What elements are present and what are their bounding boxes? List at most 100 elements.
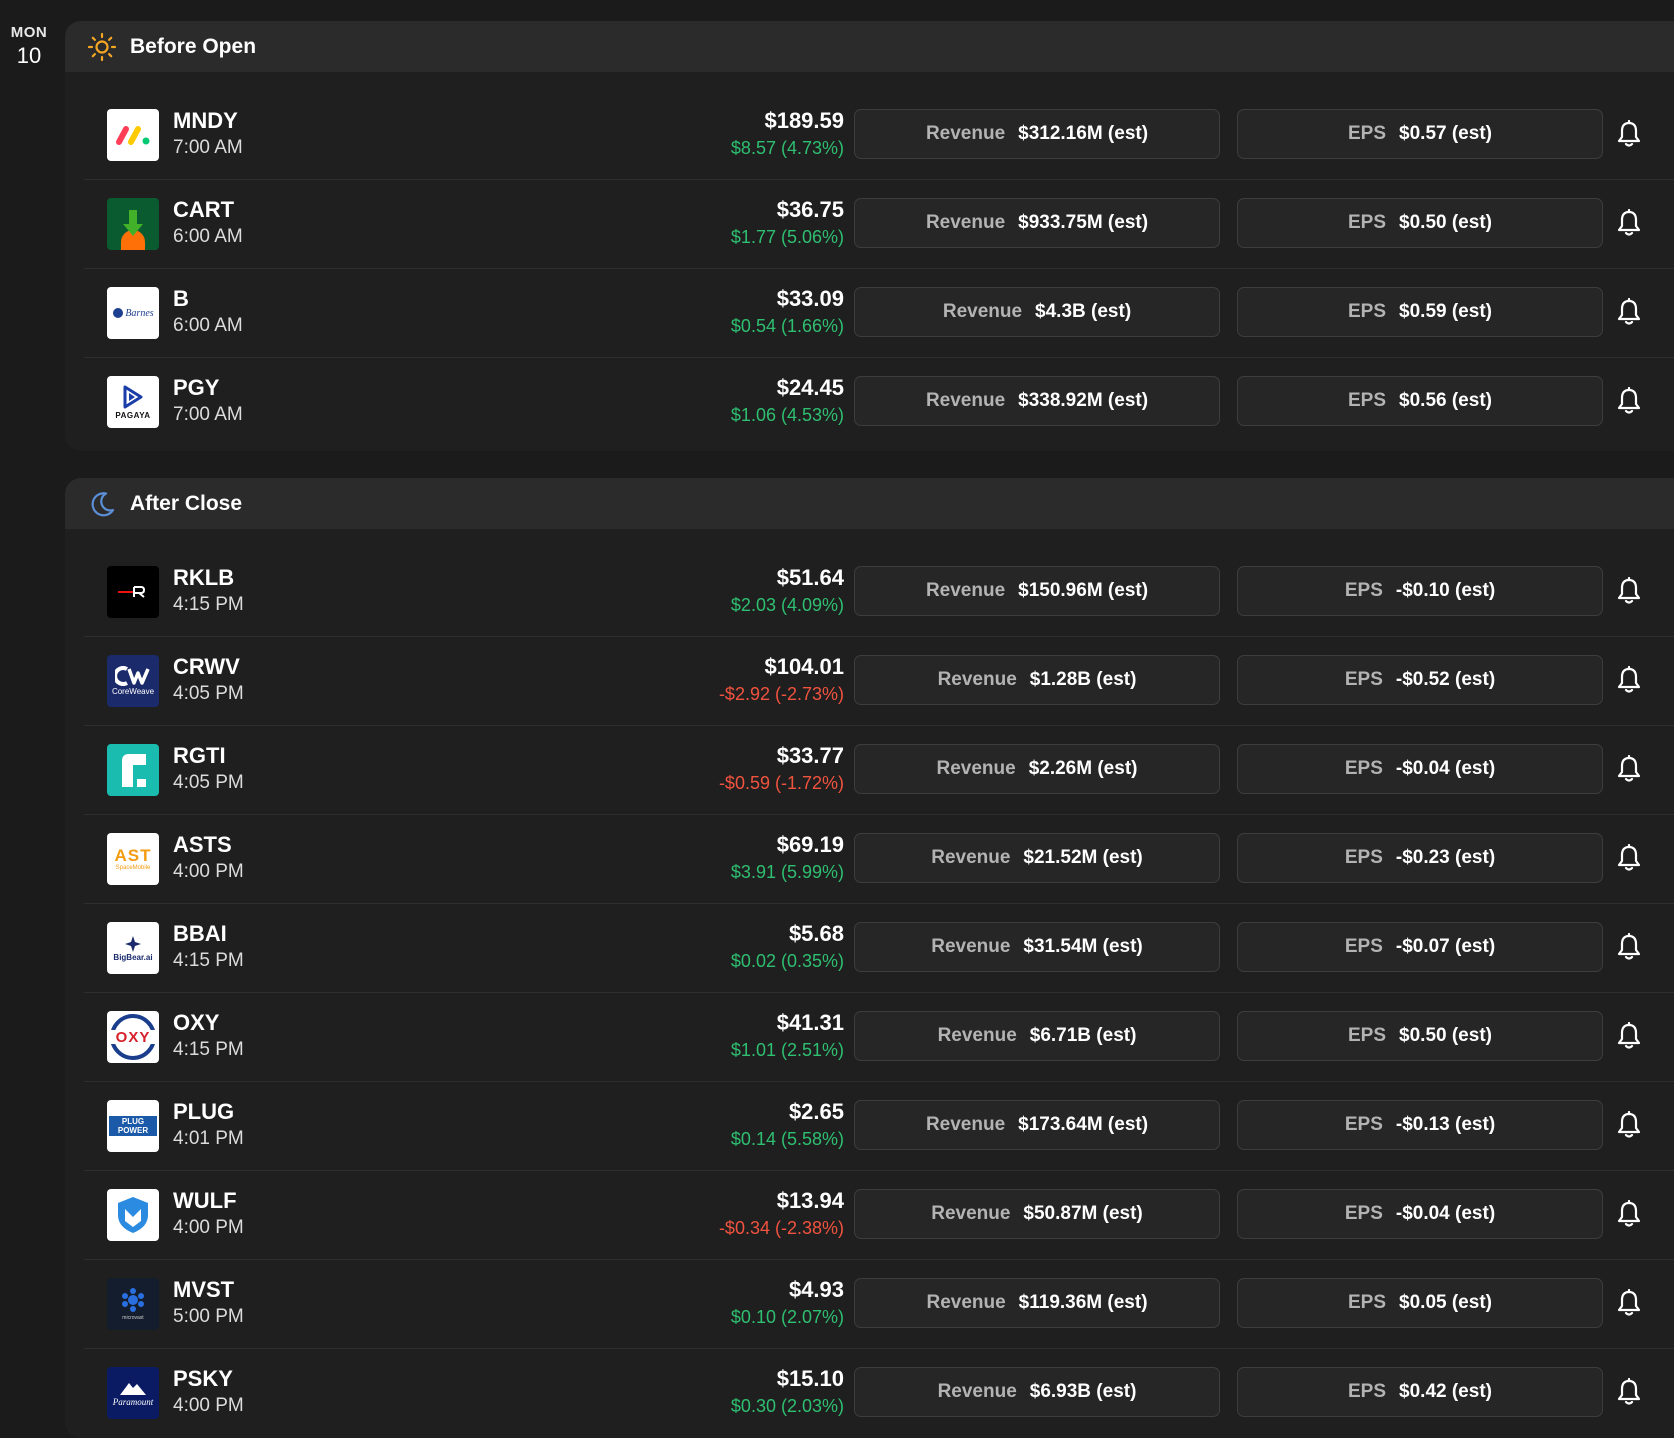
ticker-symbol[interactable]: MNDY bbox=[173, 107, 243, 135]
bell-icon[interactable] bbox=[1614, 754, 1644, 784]
earnings-row-oxy[interactable]: OXY OXY 4:15 PM $41.31 $1.01 (2.51%) Rev… bbox=[84, 993, 1674, 1082]
revenue-value: $119.36M (est) bbox=[1018, 1292, 1148, 1313]
eps-estimate-pill[interactable]: EPS $0.05 (est) bbox=[1237, 1278, 1603, 1328]
revenue-estimate-pill[interactable]: Revenue $21.52M (est) bbox=[854, 833, 1220, 883]
ticker-symbol[interactable]: MVST bbox=[173, 1276, 244, 1304]
earnings-row-bbai[interactable]: BigBear.ai BBAI 4:15 PM $5.68 $0.02 (0.3… bbox=[84, 904, 1674, 993]
revenue-estimate-pill[interactable]: Revenue $50.87M (est) bbox=[854, 1189, 1220, 1239]
bell-icon[interactable] bbox=[1614, 1021, 1644, 1051]
bell-icon[interactable] bbox=[1614, 208, 1644, 238]
bell-icon[interactable] bbox=[1614, 386, 1644, 416]
eps-estimate-pill[interactable]: EPS $0.50 (est) bbox=[1237, 198, 1603, 248]
bell-icon[interactable] bbox=[1614, 1288, 1644, 1318]
ticker-block: CART 6:00 AM bbox=[173, 196, 243, 250]
report-time: 5:00 PM bbox=[173, 1306, 244, 1327]
revenue-label: Revenue bbox=[936, 758, 1016, 779]
ticker-symbol[interactable]: WULF bbox=[173, 1187, 244, 1215]
price-block: $36.75 $1.77 (5.06%) bbox=[731, 196, 844, 250]
bell-icon[interactable] bbox=[1614, 576, 1644, 606]
eps-estimate-pill[interactable]: EPS $0.57 (est) bbox=[1237, 109, 1603, 159]
bell-icon[interactable] bbox=[1614, 1110, 1644, 1140]
price-change: $1.06 (4.53%) bbox=[730, 405, 844, 425]
ticker-symbol[interactable]: CART bbox=[173, 196, 243, 224]
section-before-open: Before Open MNDY 7:00 AM $189.59 $8.57 (… bbox=[65, 21, 1674, 451]
ticker-symbol[interactable]: RKLB bbox=[173, 564, 244, 592]
ticker-symbol[interactable]: PSKY bbox=[173, 1365, 244, 1393]
revenue-estimate-pill[interactable]: Revenue $338.92M (est) bbox=[854, 376, 1220, 426]
bell-icon[interactable] bbox=[1614, 665, 1644, 695]
bell-icon[interactable] bbox=[1614, 1199, 1644, 1229]
revenue-estimate-pill[interactable]: Revenue $6.93B (est) bbox=[854, 1367, 1220, 1417]
earnings-row-mndy[interactable]: MNDY 7:00 AM $189.59 $8.57 (4.73%) Reven… bbox=[84, 91, 1674, 180]
revenue-value: $6.93B (est) bbox=[1029, 1381, 1137, 1402]
bell-icon[interactable] bbox=[1614, 119, 1644, 149]
eps-label: EPS bbox=[1344, 580, 1383, 601]
eps-estimate-pill[interactable]: EPS $0.59 (est) bbox=[1237, 287, 1603, 337]
eps-estimate-pill[interactable]: EPS -$0.07 (est) bbox=[1237, 922, 1603, 972]
eps-estimate-pill[interactable]: EPS $0.56 (est) bbox=[1237, 376, 1603, 426]
ticker-symbol[interactable]: ASTS bbox=[173, 831, 244, 859]
earnings-row-wulf[interactable]: WULF 4:00 PM $13.94 -$0.34 (-2.38%) Reve… bbox=[84, 1171, 1674, 1260]
earnings-row-mvst[interactable]: microvast MVST 5:00 PM $4.93 $0.10 (2.07… bbox=[84, 1260, 1674, 1349]
eps-estimate-pill[interactable]: EPS $0.50 (est) bbox=[1237, 1011, 1603, 1061]
revenue-estimate-pill[interactable]: Revenue $150.96M (est) bbox=[854, 566, 1220, 616]
price-block: $69.19 $3.91 (5.99%) bbox=[731, 831, 844, 885]
earnings-row-crwv[interactable]: CoreWeave CRWV 4:05 PM $104.01 -$2.92 (-… bbox=[84, 637, 1674, 726]
earnings-row-pgy[interactable]: PAGAYA PGY 7:00 AM $24.45 $1.06 (4.53%) … bbox=[84, 358, 1674, 446]
revenue-estimate-pill[interactable]: Revenue $933.75M (est) bbox=[854, 198, 1220, 248]
eps-value: $0.50 (est) bbox=[1399, 212, 1492, 233]
bell-icon[interactable] bbox=[1614, 1377, 1644, 1407]
revenue-estimate-pill[interactable]: Revenue $312.16M (est) bbox=[854, 109, 1220, 159]
eps-label: EPS bbox=[1344, 669, 1383, 690]
bell-icon[interactable] bbox=[1614, 932, 1644, 962]
price-change: $1.77 (5.06%) bbox=[730, 227, 844, 247]
revenue-label: Revenue bbox=[925, 212, 1006, 233]
revenue-estimate-pill[interactable]: Revenue $6.71B (est) bbox=[854, 1011, 1220, 1061]
ticker-symbol[interactable]: BBAI bbox=[173, 920, 244, 948]
revenue-estimate-pill[interactable]: Revenue $1.28B (est) bbox=[854, 655, 1220, 705]
eps-estimate-pill[interactable]: EPS -$0.52 (est) bbox=[1237, 655, 1603, 705]
ticker-symbol[interactable]: OXY bbox=[173, 1009, 244, 1037]
earnings-row-b[interactable]: Barnes B 6:00 AM $33.09 $0.54 (1.66%) Re… bbox=[84, 269, 1674, 358]
eps-estimate-pill[interactable]: EPS -$0.10 (est) bbox=[1237, 566, 1603, 616]
revenue-label: Revenue bbox=[937, 1381, 1017, 1402]
earnings-row-rklb[interactable]: RKLB 4:15 PM $51.64 $2.03 (4.09%) Revenu… bbox=[84, 548, 1674, 637]
date-day-of-week: MON bbox=[10, 24, 48, 41]
eps-estimate-pill[interactable]: EPS -$0.23 (est) bbox=[1237, 833, 1603, 883]
terawulf-shield-icon bbox=[107, 1189, 159, 1241]
ticker-symbol[interactable]: PGY bbox=[173, 374, 243, 402]
eps-estimate-pill[interactable]: EPS -$0.13 (est) bbox=[1237, 1100, 1603, 1150]
revenue-value: $4.3B (est) bbox=[1035, 301, 1132, 322]
eps-value: $0.59 (est) bbox=[1399, 301, 1492, 322]
revenue-estimate-pill[interactable]: Revenue $2.26M (est) bbox=[854, 744, 1220, 794]
ast-logo-icon: AST SpaceMobile bbox=[107, 833, 159, 885]
eps-label: EPS bbox=[1348, 212, 1387, 233]
revenue-estimate-pill[interactable]: Revenue $119.36M (est) bbox=[854, 1278, 1220, 1328]
revenue-estimate-pill[interactable]: Revenue $31.54M (est) bbox=[854, 922, 1220, 972]
earnings-row-rgti[interactable]: RGTI 4:05 PM $33.77 -$0.59 (-1.72%) Reve… bbox=[84, 726, 1674, 815]
earnings-row-psky[interactable]: Paramount PSKY 4:00 PM $15.10 $0.30 (2.0… bbox=[84, 1349, 1674, 1437]
earnings-row-asts[interactable]: AST SpaceMobile ASTS 4:00 PM $69.19 $3.9… bbox=[84, 815, 1674, 904]
revenue-estimate-pill[interactable]: Revenue $173.64M (est) bbox=[854, 1100, 1220, 1150]
bell-icon[interactable] bbox=[1614, 297, 1644, 327]
earnings-row-plug[interactable]: PLUG POWER PLUG 4:01 PM $2.65 $0.14 (5.5… bbox=[84, 1082, 1674, 1171]
revenue-estimate-pill[interactable]: Revenue $4.3B (est) bbox=[854, 287, 1220, 337]
eps-label: EPS bbox=[1348, 390, 1387, 411]
ticker-block: OXY 4:15 PM bbox=[173, 1009, 244, 1063]
ticker-symbol[interactable]: CRWV bbox=[173, 653, 244, 681]
revenue-label: Revenue bbox=[931, 1203, 1011, 1224]
section-header: Before Open bbox=[65, 21, 1674, 72]
logo-text: microvast bbox=[122, 1315, 144, 1321]
section-title: After Close bbox=[130, 491, 243, 515]
bell-icon[interactable] bbox=[1614, 843, 1644, 873]
eps-estimate-pill[interactable]: EPS -$0.04 (est) bbox=[1237, 1189, 1603, 1239]
eps-estimate-pill[interactable]: EPS -$0.04 (est) bbox=[1237, 744, 1603, 794]
ticker-symbol[interactable]: PLUG bbox=[173, 1098, 244, 1126]
price-block: $104.01 -$2.92 (-2.73%) bbox=[719, 653, 844, 707]
stock-price: $33.09 bbox=[776, 286, 844, 311]
eps-estimate-pill[interactable]: EPS $0.42 (est) bbox=[1237, 1367, 1603, 1417]
earnings-row-cart[interactable]: CART 6:00 AM $36.75 $1.77 (5.06%) Revenu… bbox=[84, 180, 1674, 269]
section-after-close: After Close RKLB 4:15 PM $51.64 $2.03 (4… bbox=[65, 478, 1674, 1438]
ticker-symbol[interactable]: B bbox=[173, 285, 243, 313]
ticker-symbol[interactable]: RGTI bbox=[173, 742, 244, 770]
